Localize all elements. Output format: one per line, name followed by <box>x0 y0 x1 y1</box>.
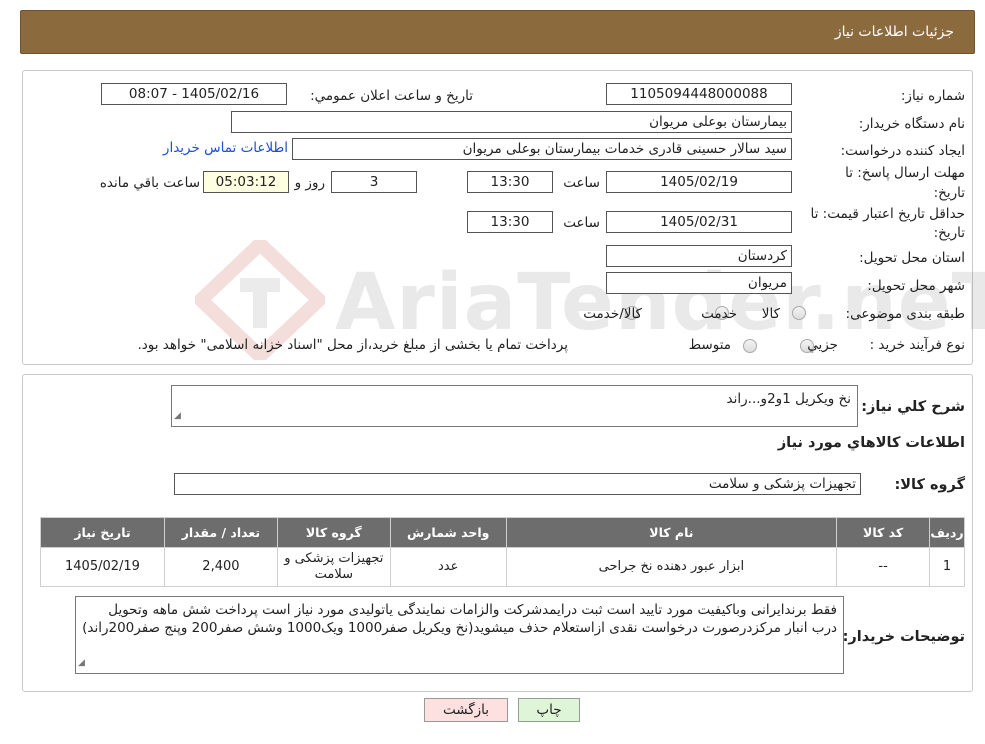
announce-label: تاریخ و ساعت اعلان عمومي: <box>310 88 473 104</box>
col-header-row: ردیف <box>929 517 965 548</box>
goods-group-field: تجهیزات پزشکی و سلامت <box>174 473 861 495</box>
description-textarea: نخ ویکریل 1و2و...راند ◢ <box>171 385 858 427</box>
buyer-notes-textarea: فقط برندایرانی وباکیفیت مورد تایید است ث… <box>75 596 844 674</box>
buyer-notes-text: فقط برندایرانی وباکیفیت مورد تایید است ث… <box>82 602 837 636</box>
reply-date-field: 1405/02/19 <box>606 171 792 193</box>
creator-label: ایجاد کننده درخواست: <box>840 143 965 159</box>
reply-deadline-label-date: تاریخ: <box>933 185 965 201</box>
page-title: جزئیات اطلاعات نیاز <box>834 24 954 40</box>
resize-grip-icon: ◢ <box>78 658 85 668</box>
buyer-contact-link[interactable]: اطلاعات تماس خریدار <box>163 140 288 156</box>
price-validity-label: حداقل تاریخ اعتبار قیمت: تا <box>810 206 965 222</box>
category-option-service: خدمت <box>701 306 737 322</box>
col-header-qty: تعداد / مقدار <box>163 517 278 548</box>
cell-date: 1405/02/19 <box>40 547 165 587</box>
city-label: شهر محل تحویل: <box>867 278 965 294</box>
items-table: ردیف کد کالا نام کالا واحد شمارش گروه کا… <box>40 517 965 587</box>
announce-field: 1405/02/16 - 08:07 <box>101 83 287 105</box>
category-label: طبقه بندی موضوعی: <box>845 306 965 322</box>
col-header-group: گروه کالا <box>276 517 391 548</box>
cell-unit: عدد <box>389 547 507 587</box>
back-button[interactable]: بازگشت <box>424 698 508 722</box>
province-field: کردستان <box>606 245 792 267</box>
description-label: شرح کلي نیاز: <box>861 399 965 415</box>
need-number-label: شماره نیاز: <box>900 88 965 104</box>
print-button[interactable]: چاپ <box>518 698 580 722</box>
resize-grip-icon: ◢ <box>174 411 181 421</box>
col-header-name: نام کالا <box>505 517 838 548</box>
col-header-unit: واحد شمارش <box>389 517 507 548</box>
process-radio-medium[interactable] <box>743 339 757 353</box>
description-text: نخ ویکریل 1و2و...راند <box>726 391 851 407</box>
cell-row: 1 <box>929 547 965 587</box>
province-label: استان محل تحویل: <box>859 250 965 266</box>
price-validity-time-label: ساعت <box>563 215 600 231</box>
page-header: جزئیات اطلاعات نیاز <box>20 10 975 54</box>
need-number-field: 1105094448000088 <box>606 83 792 105</box>
process-label: نوع فرآیند خرید : <box>869 337 965 353</box>
remaining-days-field: 3 <box>331 171 417 193</box>
goods-group-label: گروه کالا: <box>894 477 965 493</box>
remaining-time-label: ساعت باقي مانده <box>99 175 200 191</box>
cell-code: -- <box>836 547 931 587</box>
cell-group: تجهیزات پزشکی و سلامت <box>276 547 391 587</box>
category-option-goods: کالا <box>761 306 780 322</box>
price-validity-label-date: تاریخ: <box>933 225 965 241</box>
reply-time-field: 13:30 <box>467 171 553 193</box>
process-payment-note: پرداخت تمام یا بخشی از مبلغ خرید،از محل … <box>137 337 568 353</box>
city-field: مریوان <box>606 272 792 294</box>
price-validity-time-field: 13:30 <box>467 211 553 233</box>
table-row: 1 -- ابزار عبور دهنده نخ جراحی عدد تجهیز… <box>40 547 965 587</box>
col-header-code: کد کالا <box>836 517 931 548</box>
cell-qty: 2,400 <box>163 547 278 587</box>
buyer-org-field: بیمارستان بوعلی مریوان <box>231 111 792 133</box>
creator-field: سید سالار حسینی قادری خدمات بیمارستان بو… <box>292 138 792 160</box>
items-section-title: اطلاعات کالاهاي مورد نیاز <box>777 435 965 451</box>
col-header-date: تاریخ نیاز <box>40 517 165 548</box>
items-table-header: ردیف کد کالا نام کالا واحد شمارش گروه کا… <box>40 517 965 548</box>
remaining-time-field: 05:03:12 <box>203 171 289 193</box>
reply-deadline-label: مهلت ارسال پاسخ: تا <box>845 165 965 181</box>
reply-time-label: ساعت <box>563 175 600 191</box>
process-option-medium: متوسط <box>688 337 731 353</box>
days-label: روز و <box>294 175 325 191</box>
category-radio-goods[interactable] <box>792 306 806 320</box>
category-option-goods-service: کالا/خدمت <box>583 306 642 322</box>
cell-name: ابزار عبور دهنده نخ جراحی <box>505 547 838 587</box>
buyer-org-label: نام دستگاه خریدار: <box>858 116 965 132</box>
price-validity-date-field: 1405/02/31 <box>606 211 792 233</box>
process-option-partial: جزیي <box>807 337 838 353</box>
buyer-notes-label: توضیحات خریدار: <box>842 629 965 645</box>
